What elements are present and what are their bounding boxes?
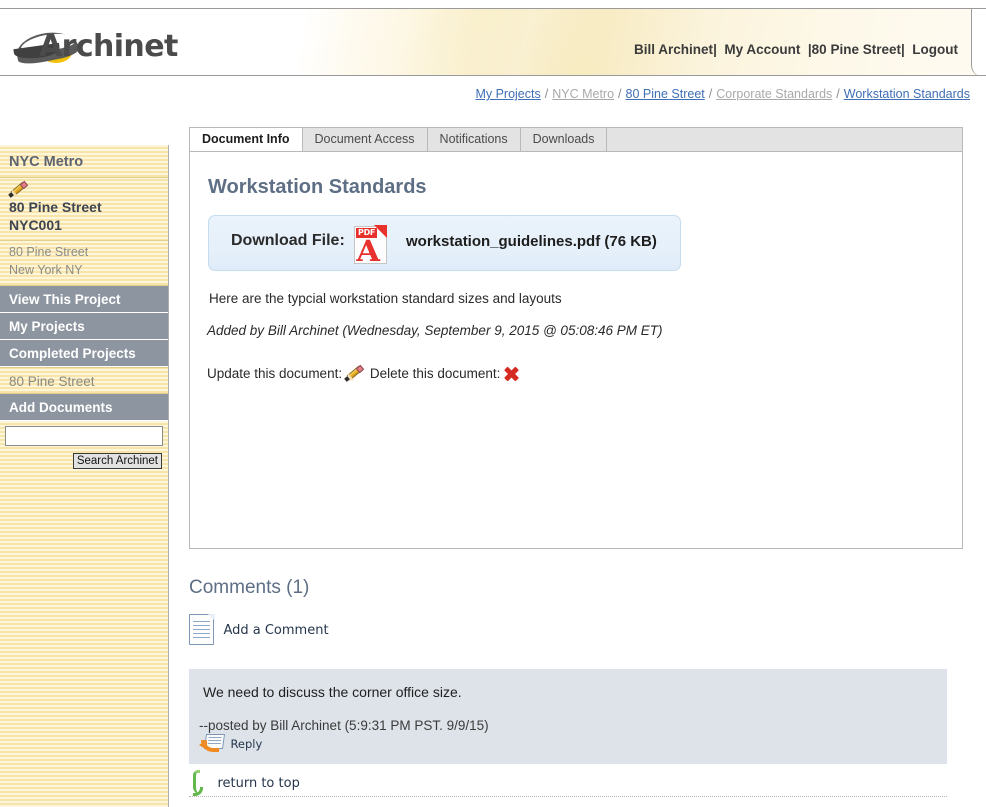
added-by-prefix: Added by [207, 323, 265, 338]
pencil-icon [343, 364, 365, 385]
return-to-top-link[interactable]: return to top [189, 770, 300, 796]
tab-notifications[interactable]: Notifications [427, 128, 521, 152]
added-timestamp: (Wednesday, September 9, 2015 @ 05:08:46… [342, 323, 663, 338]
sidebar-address-line-1: 80 Pine Street [9, 245, 89, 259]
header-user-nav: Bill Archinet| My Account |80 Pine Stree… [634, 42, 958, 57]
sidebar-region-title: NYC Metro [9, 154, 84, 170]
document-description: Here are the typcial workstation standar… [209, 291, 562, 306]
pdf-file-icon: A PDF [350, 224, 392, 266]
added-by-user: Bill Archinet [267, 323, 339, 338]
delete-document-label: Delete this document: [369, 366, 501, 381]
download-file-size: (76 KB) [604, 233, 657, 250]
breadcrumb-separator-2: / [618, 87, 622, 101]
site-header: Archinet Bill Archinet| My Account |80 P… [0, 8, 986, 76]
download-file-name-text: workstation_guidelines.pdf [406, 233, 601, 250]
document-actions-row: Update this document: Delete this docume… [190, 338, 962, 385]
breadcrumb-item-corporate-standards[interactable]: Corporate Standards [716, 87, 832, 101]
breadcrumb-separator-1: / [544, 87, 549, 101]
sidebar-item-my-projects[interactable]: My Projects [0, 313, 168, 340]
breadcrumb-separator-4: / [836, 87, 840, 101]
red-x-icon [503, 366, 519, 382]
header-sep-3: | [900, 42, 905, 57]
header-link-my-account[interactable]: My Account [724, 42, 800, 57]
comments-heading: Comments (1) [189, 577, 310, 598]
breadcrumb-item-80-pine-street[interactable]: 80 Pine Street [626, 87, 705, 101]
add-comment-button[interactable]: Add a Comment [189, 614, 329, 648]
archinet-logo[interactable]: Archinet [12, 26, 178, 68]
comment-item: We need to discuss the corner office siz… [189, 669, 947, 764]
return-to-top-label: return to top [217, 775, 300, 791]
section-divider [189, 796, 947, 797]
sidebar-search-button-row: Search Archinet [0, 446, 168, 469]
download-file-name[interactable]: workstation_guidelines.pdf (76 KB) [406, 233, 657, 250]
sidebar-item-80-pine-street[interactable]: 80 Pine Street [0, 367, 168, 394]
main-content: My Projects / NYC Metro/80 Pine Street / Cor… [170, 77, 986, 807]
delete-document-button[interactable] [503, 366, 519, 385]
tab-downloads[interactable]: Downloads [520, 128, 608, 152]
update-document-button[interactable] [343, 364, 365, 385]
sidebar-edit-project-button[interactable] [0, 178, 168, 201]
document-add-icon [189, 614, 215, 646]
breadcrumb-separator-3: / [708, 87, 713, 101]
document-info-panel: Workstation Standards Download File: A P… [189, 151, 963, 549]
breadcrumb-item-my-projects[interactable]: My Projects [475, 87, 540, 101]
page-root: Archinet Bill Archinet| My Account |80 P… [0, 0, 986, 807]
sidebar-address-line-2: New York NY [9, 263, 83, 277]
reply-arrow-icon [199, 734, 226, 754]
comment-text: We need to discuss the corner office siz… [203, 684, 462, 700]
search-archinet-button[interactable]: Search Archinet [72, 453, 162, 469]
sidebar-item-add-documents[interactable]: Add Documents [0, 394, 168, 421]
sidebar-project-name: 80 Pine Street [9, 199, 102, 215]
header-sep-1: | [713, 42, 717, 57]
logo-wordmark: Archinet [39, 29, 178, 64]
reply-button[interactable]: Reply [189, 733, 947, 763]
sidebar-project-code: NYC001 [9, 217, 62, 233]
tab-document-info[interactable]: Document Info [190, 128, 303, 152]
tab-bar: Document Info Document Access Notificati… [189, 127, 963, 152]
left-sidebar: NYC Metro 80 Pine Street NYC001 80 Pine … [0, 145, 169, 807]
sidebar-search-row [0, 421, 168, 446]
update-document-label: Update this document: [207, 366, 343, 381]
pencil-icon [7, 180, 29, 201]
document-added-by-line: Added by Bill Archinet (Wednesday, Septe… [190, 306, 962, 338]
breadcrumb-item-workstation-standards[interactable]: Workstation Standards [844, 87, 970, 101]
breadcrumb: My Projects / NYC Metro/80 Pine Street / Cor… [475, 87, 970, 101]
add-comment-label: Add a Comment [223, 622, 329, 638]
tab-document-access[interactable]: Document Access [302, 128, 428, 152]
header-user-name: Bill Archinet [634, 42, 714, 57]
return-to-top-arrow-icon [189, 770, 207, 796]
download-file-box[interactable]: Download File: A PDF workstation_guideli… [208, 215, 681, 271]
header-link-project[interactable]: 80 Pine Street [812, 42, 901, 57]
sidebar-item-completed-projects[interactable]: Completed Projects [0, 340, 168, 367]
sidebar-item-view-this-project[interactable]: View This Project [0, 286, 168, 313]
download-file-label: Download File: [231, 232, 345, 249]
reply-label: Reply [230, 737, 263, 751]
breadcrumb-item-nyc-metro[interactable]: NYC Metro [552, 87, 614, 101]
comment-meta: --posted by Bill Archinet (5:9:31 PM PST… [199, 718, 489, 733]
header-link-logout[interactable]: Logout [912, 42, 958, 57]
page-title: Workstation Standards [208, 176, 427, 198]
search-input[interactable] [5, 426, 163, 446]
